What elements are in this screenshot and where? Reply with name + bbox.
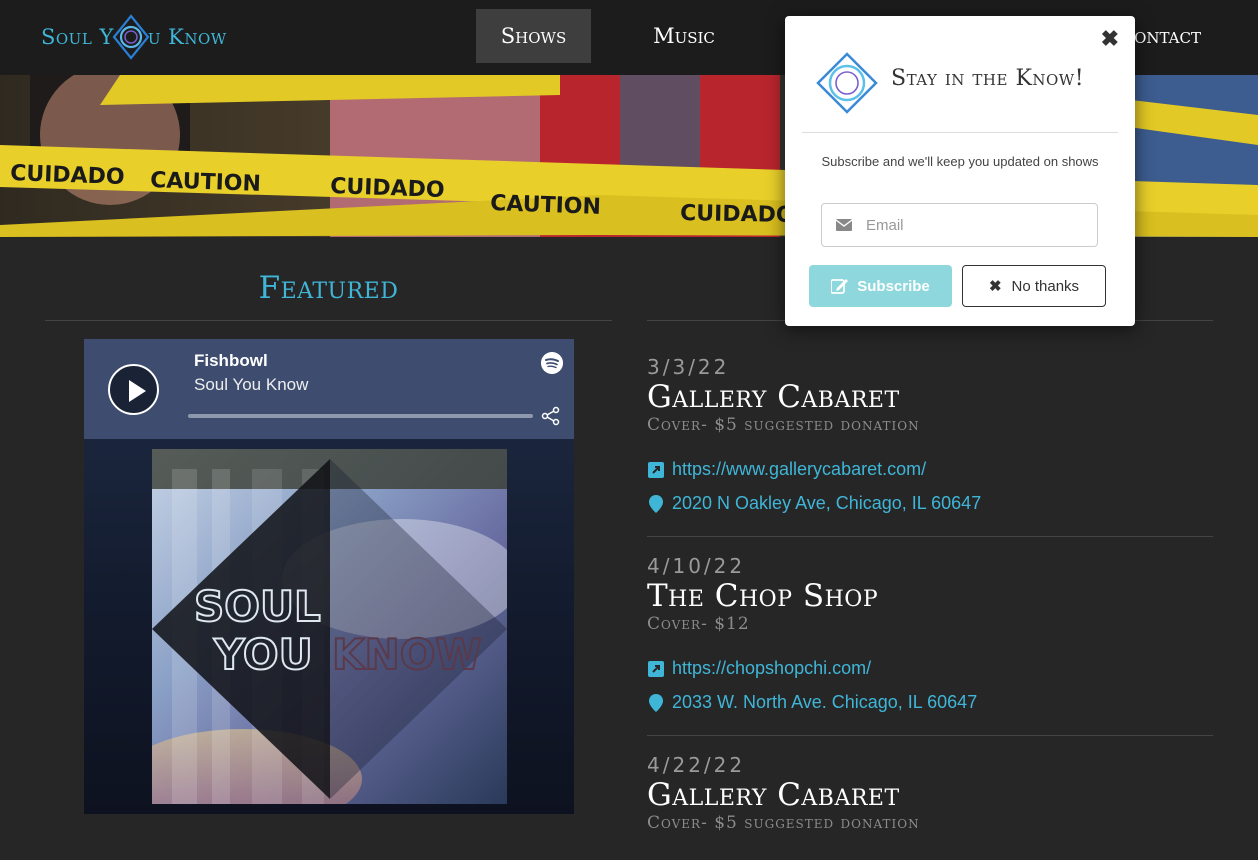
track-title[interactable]: Fishbowl xyxy=(194,351,268,371)
logo-diamond-icon xyxy=(112,14,150,60)
subscribe-button[interactable]: Subscribe xyxy=(809,265,952,307)
map-marker-icon xyxy=(647,693,665,712)
spotify-icon[interactable] xyxy=(541,352,563,374)
external-link-icon xyxy=(647,461,665,478)
show-divider xyxy=(647,735,1213,736)
no-thanks-button-label: No thanks xyxy=(1011,277,1080,295)
show-address-link[interactable]: 2033 W. North Ave. Chicago, IL 60647 xyxy=(647,692,977,713)
show-address[interactable]: 2033 W. North Ave. Chicago, IL 60647 xyxy=(672,692,977,713)
show-venue: The Chop Shop xyxy=(647,578,879,614)
tape-word: CUIDADO xyxy=(10,161,125,190)
email-field[interactable]: Email xyxy=(821,203,1098,247)
modal-heading: Stay in the Know! xyxy=(891,66,1085,91)
map-marker-icon xyxy=(647,494,665,513)
show-url[interactable]: https://www.gallerycabaret.com/ xyxy=(672,459,926,480)
show-entry: 3/3/22 Gallery Cabaret Cover- $5 suggest… xyxy=(647,355,1213,537)
modal-divider xyxy=(802,132,1118,133)
show-website-link[interactable]: https://chopshopchi.com/ xyxy=(647,658,871,679)
cover-art-word: YOU xyxy=(213,630,313,679)
show-date: 4/22/22 xyxy=(647,753,746,777)
modal-description: Subscribe and we'll keep you updated on … xyxy=(821,154,1099,169)
show-address[interactable]: 2020 N Oakley Ave, Chicago, IL 60647 xyxy=(672,493,981,514)
show-entry: 4/22/22 Gallery Cabaret Cover- $5 sugges… xyxy=(647,753,1213,833)
logo-diamond-icon xyxy=(816,52,878,114)
show-website-link[interactable]: https://www.gallerycabaret.com/ xyxy=(647,459,926,480)
external-link-icon xyxy=(647,660,665,677)
play-icon[interactable] xyxy=(108,364,159,415)
no-thanks-button[interactable]: ✖ No thanks xyxy=(962,265,1106,307)
share-icon[interactable] xyxy=(541,406,561,426)
tape-word: CAUTION xyxy=(490,191,601,220)
show-cover-charge: Cover- $5 suggested donation xyxy=(647,415,920,435)
show-address-link[interactable]: 2020 N Oakley Ave, Chicago, IL 60647 xyxy=(647,493,981,514)
email-placeholder: Email xyxy=(866,216,904,234)
featured-divider xyxy=(45,320,612,321)
show-date: 4/10/22 xyxy=(647,554,746,578)
edit-icon xyxy=(831,279,849,294)
tape-word: CAUTION xyxy=(150,168,261,197)
show-cover-charge: Cover- $5 suggested donation xyxy=(647,813,920,833)
player-header: Fishbowl Soul You Know xyxy=(84,339,574,439)
show-entry: 4/10/22 The Chop Shop Cover- $12 https:/… xyxy=(647,554,1213,736)
spotify-embed-player[interactable]: Fishbowl Soul You Know SOUL YOU KNOW xyxy=(84,339,574,814)
close-icon: ✖ xyxy=(988,278,1002,295)
site-logo[interactable]: Soul Y u Know xyxy=(41,12,227,62)
close-icon[interactable]: ✖ xyxy=(1101,26,1119,52)
show-cover-charge: Cover- $12 xyxy=(647,614,750,634)
playback-progress-bar[interactable] xyxy=(188,414,533,418)
logo-text-left: Soul Y xyxy=(41,25,114,49)
tape-word: CUIDADO xyxy=(680,201,795,228)
show-venue: Gallery Cabaret xyxy=(647,777,900,813)
logo-text-right: u Know xyxy=(147,25,227,49)
tape-word: CUIDADO xyxy=(330,174,445,203)
show-date: 3/3/22 xyxy=(647,355,730,379)
envelope-icon xyxy=(836,219,852,231)
featured-heading: Featured xyxy=(258,270,399,306)
nav-shows[interactable]: Shows xyxy=(476,9,591,63)
subscribe-button-label: Subscribe xyxy=(857,277,930,295)
track-artist[interactable]: Soul You Know xyxy=(194,375,308,395)
cover-art-word: KNOW xyxy=(332,630,482,679)
nav-music[interactable]: Music xyxy=(630,9,738,63)
show-url[interactable]: https://chopshopchi.com/ xyxy=(672,658,871,679)
subscribe-modal: ✖ Stay in the Know! Subscribe and we'll … xyxy=(785,16,1135,326)
show-divider xyxy=(647,536,1213,537)
album-cover-art: SOUL YOU KNOW xyxy=(152,449,507,804)
cover-art-word: SOUL xyxy=(194,582,321,631)
show-venue: Gallery Cabaret xyxy=(647,379,900,415)
